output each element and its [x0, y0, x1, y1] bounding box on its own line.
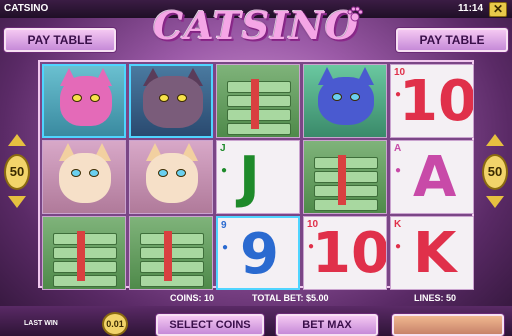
close-button[interactable]: ✕ [489, 2, 507, 17]
total-bet-display: TOTAL BET: $5.00 [252, 293, 329, 303]
card-rank: J [239, 145, 260, 210]
grey-cat-symbol [129, 64, 213, 138]
card-rank: A [413, 145, 457, 210]
card-symbol-a: A A ● [390, 140, 474, 214]
card-corner-rank: 10 [307, 219, 319, 230]
card-corner-rank: A [394, 143, 402, 154]
paw-icon: ● [395, 165, 402, 176]
window-title: CATSINO [4, 3, 49, 14]
card-corner-rank: 9 [221, 220, 227, 231]
paw-icon: ● [222, 242, 229, 253]
cash-stack-symbol [129, 216, 213, 290]
pay-table-button-right[interactable]: PAY TABLE [396, 28, 508, 52]
last-win-label: LAST WIN [24, 320, 58, 327]
card-symbol-9: 9 9 ● [216, 216, 300, 290]
paw-icon: ● [221, 165, 228, 176]
lines-display: LINES: 50 [414, 293, 457, 303]
cash-stack-symbol [303, 140, 387, 214]
blonde-cat-symbol [129, 140, 213, 214]
pay-table-button-left[interactable]: PAY TABLE [4, 28, 116, 52]
card-rank: 10 [399, 69, 474, 134]
coin-value-chip[interactable]: 0.01 [102, 312, 128, 336]
card-symbol-10: 10 10 ● [390, 64, 474, 138]
coins-display: COINS: 10 [170, 293, 215, 303]
clock: 11:14 [458, 3, 484, 14]
game-logo: CATSINO [153, 3, 359, 48]
cash-stack-symbol [42, 216, 126, 290]
lines-selector-left: 50 [4, 134, 30, 216]
lines-value-left: 50 [4, 154, 30, 190]
card-symbol-10: 10 10 ● [303, 216, 387, 290]
spin-button[interactable] [392, 314, 504, 336]
paw-icon: ● [395, 89, 402, 100]
blonde-cat-symbol [42, 140, 126, 214]
lines-up-arrow-icon[interactable] [8, 134, 26, 146]
card-corner-rank: K [394, 219, 402, 230]
lines-value-right: 50 [482, 154, 508, 190]
lines-down-arrow-icon[interactable] [486, 196, 504, 208]
card-corner-rank: J [220, 143, 226, 154]
paw-icon [347, 6, 363, 22]
lines-selector-right: 50 [482, 134, 508, 216]
card-rank: 10 [312, 221, 387, 286]
bet-max-button[interactable]: BET MAX [276, 314, 378, 336]
pink-cat-symbol [42, 64, 126, 138]
card-symbol-j: J J ● [216, 140, 300, 214]
card-corner-rank: 10 [394, 67, 406, 78]
card-rank: K [413, 221, 457, 286]
lines-down-arrow-icon[interactable] [8, 196, 26, 208]
paw-icon: ● [308, 241, 315, 252]
card-symbol-k: K K ● [390, 216, 474, 290]
bet-info-bar: COINS: 10 TOTAL BET: $5.00 LINES: 50 [0, 292, 512, 304]
paw-icon: ● [395, 241, 402, 252]
lines-up-arrow-icon[interactable] [486, 134, 504, 146]
cash-stack-symbol [216, 64, 300, 138]
reel-grid: J J ● 9 9 ● 10 10 ● 10 10 ● A A ● K K ● [38, 60, 474, 290]
card-rank: 9 [240, 222, 279, 287]
blue-cat-symbol [303, 64, 387, 138]
select-coins-button[interactable]: SELECT COINS [156, 314, 264, 336]
